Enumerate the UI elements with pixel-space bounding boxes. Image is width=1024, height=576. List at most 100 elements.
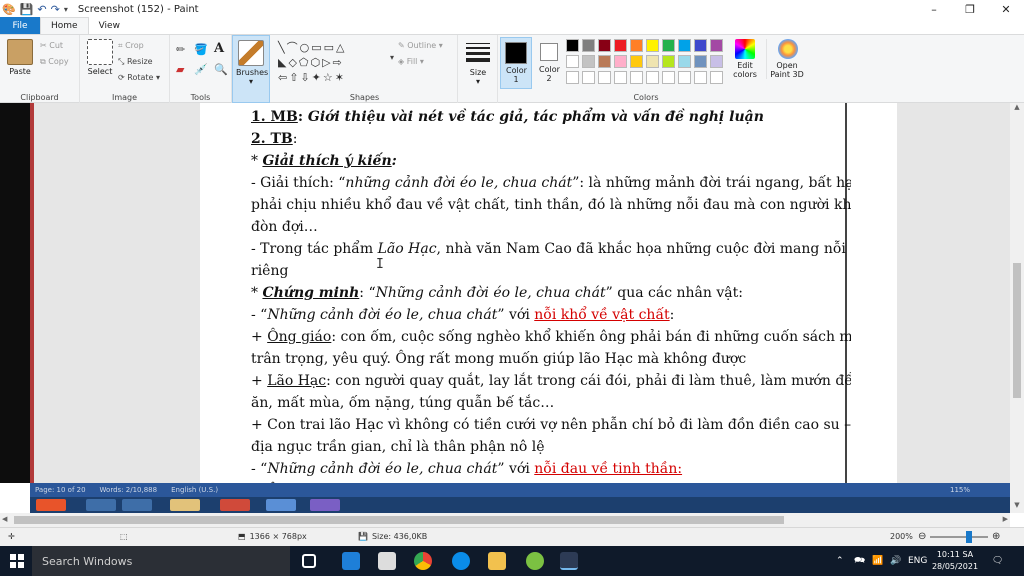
- scroll-left-icon[interactable]: ◀: [2, 515, 7, 523]
- color-swatch[interactable]: [646, 55, 659, 68]
- text-cursor-icon: I: [376, 257, 384, 272]
- color-swatch[interactable]: [662, 71, 675, 84]
- color-swatch[interactable]: [566, 55, 579, 68]
- pencil-icon[interactable]: ✏: [176, 43, 185, 56]
- wifi-icon[interactable]: 📶: [872, 546, 883, 576]
- document-text: 1. MB: Giới thiệu vài nét về tác giả, tá…: [251, 106, 851, 483]
- text-segment: +: [251, 329, 268, 345]
- canvas-area[interactable]: 1. MB: Giới thiệu vài nét về tác giả, tá…: [0, 103, 1010, 483]
- magnifier-icon[interactable]: 🔍: [214, 63, 228, 76]
- color-picker-icon[interactable]: 💉: [194, 63, 208, 76]
- zoom-out-button[interactable]: ⊖: [918, 531, 926, 542]
- tab-file[interactable]: File: [0, 17, 40, 34]
- color-swatch[interactable]: [678, 55, 691, 68]
- fill-button[interactable]: ◈ Fill ▾: [398, 57, 424, 66]
- horizontal-scrollbar[interactable]: ◀ ▶: [0, 513, 1010, 527]
- horizontal-scroll-thumb[interactable]: [14, 516, 784, 524]
- zoom-in-button[interactable]: ⊕: [992, 531, 1000, 542]
- chrome-icon[interactable]: [414, 552, 432, 570]
- scroll-up-icon[interactable]: ▲: [1010, 103, 1024, 115]
- color-swatch[interactable]: [582, 55, 595, 68]
- copy-button[interactable]: ⧉ Copy: [40, 57, 69, 67]
- notification-icon[interactable]: 🗨: [992, 546, 1003, 576]
- tab-view[interactable]: View: [89, 17, 130, 34]
- color-swatch[interactable]: [614, 55, 627, 68]
- color-swatch[interactable]: [694, 71, 707, 84]
- cut-button[interactable]: ✂ Cut: [40, 41, 63, 50]
- color-swatch[interactable]: [630, 39, 643, 52]
- color-swatch[interactable]: [678, 39, 691, 52]
- shapes-gallery[interactable]: ╲⌒○▭▭△ ◣◇⬠⬡▷⇨ ⇦⇧⇩✦☆✶: [278, 40, 390, 88]
- zoom-slider[interactable]: [930, 536, 988, 538]
- color-swatch[interactable]: [694, 39, 707, 52]
- text-segment: + Con trai lão Hạc vì không có tiền cưới…: [251, 417, 851, 433]
- file-explorer-icon[interactable]: [488, 552, 506, 570]
- edit-colors-button[interactable]: Edit colors: [730, 39, 760, 79]
- scroll-down-icon[interactable]: ▼: [1010, 501, 1024, 513]
- color-swatch[interactable]: [582, 71, 595, 84]
- paint-app-icon[interactable]: 🎨: [2, 3, 16, 16]
- input-language[interactable]: ENG: [908, 546, 927, 576]
- text-icon[interactable]: A: [214, 41, 224, 56]
- select-button[interactable]: Select: [84, 39, 116, 76]
- paste-button[interactable]: Paste: [4, 39, 36, 76]
- clock[interactable]: 10:11 SA 28/05/2021: [930, 549, 980, 573]
- color-swatch[interactable]: [614, 39, 627, 52]
- color1-button[interactable]: Color 1: [500, 37, 532, 89]
- color-swatch[interactable]: [598, 55, 611, 68]
- color-swatch[interactable]: [710, 55, 723, 68]
- store-icon[interactable]: [378, 552, 396, 570]
- close-button[interactable]: ✕: [988, 0, 1024, 18]
- color-swatch[interactable]: [598, 71, 611, 84]
- customize-qa-icon[interactable]: ▾: [64, 5, 68, 14]
- open-paint3d-button[interactable]: Open Paint 3D: [766, 39, 806, 79]
- color-swatch[interactable]: [710, 39, 723, 52]
- text-segment: :: [292, 131, 298, 147]
- vertical-scrollbar[interactable]: ▲ ▼: [1010, 103, 1024, 513]
- color-swatch[interactable]: [694, 55, 707, 68]
- task-view-icon[interactable]: [302, 554, 316, 568]
- color-swatch[interactable]: [678, 71, 691, 84]
- vertical-scroll-thumb[interactable]: [1013, 263, 1021, 398]
- rotate-button[interactable]: ⟳ Rotate ▾: [118, 73, 160, 82]
- shapes-gallery-more-icon[interactable]: ▾: [390, 53, 394, 62]
- eraser-icon[interactable]: ▰: [176, 63, 184, 76]
- color-swatch[interactable]: [646, 71, 659, 84]
- color-swatch[interactable]: [614, 71, 627, 84]
- color-swatch[interactable]: [662, 39, 675, 52]
- search-box[interactable]: Search Windows: [32, 546, 290, 576]
- color-swatch[interactable]: [598, 39, 611, 52]
- undo-icon[interactable]: ↶: [37, 3, 46, 16]
- app-icon[interactable]: [526, 552, 544, 570]
- maximize-button[interactable]: ❐: [952, 0, 988, 18]
- color-swatch[interactable]: [566, 71, 579, 84]
- volume-icon[interactable]: 🔊: [890, 546, 901, 576]
- save-icon[interactable]: 💾: [20, 3, 34, 16]
- edge-icon[interactable]: [342, 552, 360, 570]
- tab-home[interactable]: Home: [40, 17, 89, 34]
- document-line: 1. MB: Giới thiệu vài nét về tác giả, tá…: [251, 106, 851, 128]
- color2-button[interactable]: Color 2: [534, 37, 564, 89]
- crop-button[interactable]: ⌗ Crop: [118, 41, 144, 51]
- minimize-button[interactable]: –: [916, 0, 952, 18]
- color-swatch[interactable]: [582, 39, 595, 52]
- color-swatch[interactable]: [646, 39, 659, 52]
- zoom-slider-thumb[interactable]: [965, 531, 972, 543]
- color-swatch[interactable]: [566, 39, 579, 52]
- resize-button[interactable]: ⤡ Resize: [118, 57, 153, 67]
- zalo-icon[interactable]: [452, 552, 470, 570]
- scroll-right-icon[interactable]: ▶: [1003, 515, 1008, 523]
- redo-icon[interactable]: ↷: [51, 3, 60, 16]
- fill-icon[interactable]: 🪣: [194, 43, 208, 56]
- windows-start-icon[interactable]: [10, 554, 24, 568]
- color-swatch[interactable]: [710, 71, 723, 84]
- outline-button[interactable]: ✎ Outline ▾: [398, 41, 443, 50]
- brushes-button[interactable]: Brushes ▾: [232, 35, 270, 103]
- color-swatch[interactable]: [630, 71, 643, 84]
- color-swatch[interactable]: [662, 55, 675, 68]
- tray-chevron-icon[interactable]: ⌃: [836, 546, 844, 576]
- color-swatch[interactable]: [630, 55, 643, 68]
- size-button[interactable]: Size ▾: [458, 35, 498, 103]
- paint-taskbar-icon[interactable]: [560, 552, 578, 570]
- people-icon[interactable]: 🗪: [854, 546, 865, 576]
